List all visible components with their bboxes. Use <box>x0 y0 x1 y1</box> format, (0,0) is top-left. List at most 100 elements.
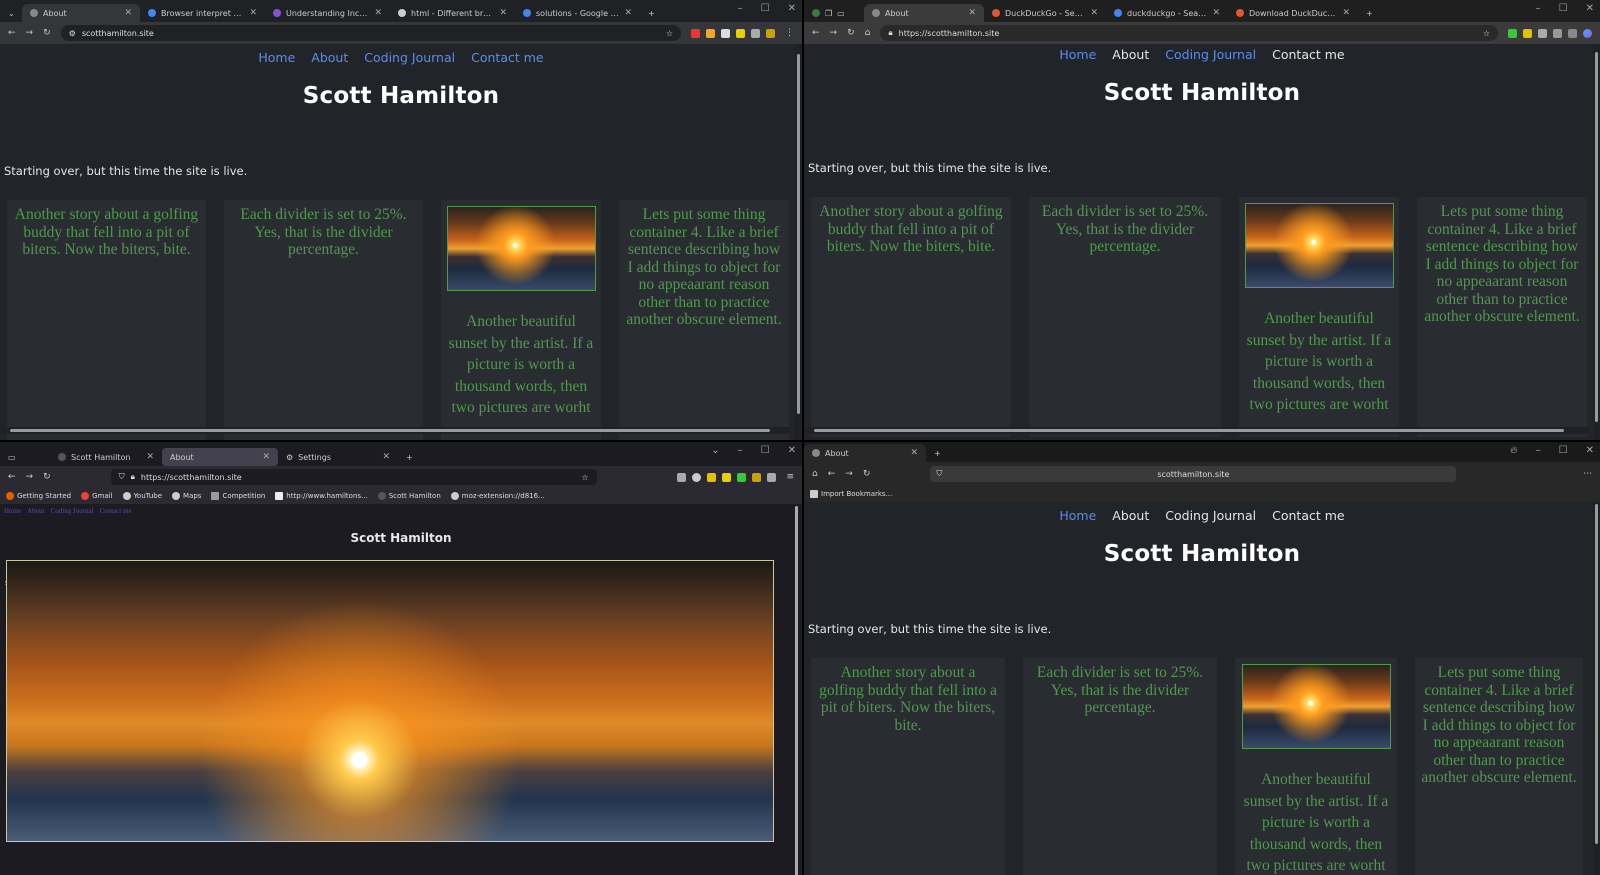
tab-about[interactable]: About ✕ <box>864 4 984 22</box>
home-icon[interactable]: ⌂ <box>812 469 818 479</box>
tab-solutions[interactable]: solutions - Google Search✕ <box>515 4 640 22</box>
bookmark-gmail[interactable]: Gmail <box>81 492 113 500</box>
list-tabs-icon[interactable]: ⌄ <box>711 445 719 456</box>
nav-contact[interactable]: Contact me <box>100 507 132 515</box>
extension-icon[interactable] <box>737 472 747 482</box>
horizontal-scrollbar[interactable] <box>804 427 1588 434</box>
nav-contact[interactable]: Contact me <box>1272 47 1344 62</box>
nav-home[interactable]: Home <box>4 507 21 515</box>
extension-icon[interactable] <box>722 472 732 482</box>
maximize-icon[interactable]: ☐ <box>761 3 770 14</box>
back-icon[interactable]: ← <box>8 472 16 482</box>
close-icon[interactable]: ✕ <box>382 452 390 462</box>
bookmark-youtube[interactable]: YouTube <box>122 492 162 500</box>
address-bar[interactable]: ⚙ scotthamilton.site ☆ <box>60 25 681 41</box>
nav-home[interactable]: Home <box>258 50 295 65</box>
close-icon[interactable]: ✕ <box>1090 8 1098 18</box>
tab-search-icon[interactable]: ⌄ <box>0 4 22 22</box>
star-icon[interactable]: ☆ <box>666 29 673 38</box>
nav-home[interactable]: Home <box>1059 508 1096 523</box>
nav-coding-journal[interactable]: Coding Journal <box>1165 47 1256 62</box>
tab-duckduckgo-2[interactable]: duckduckgo - Search ✕ <box>1106 4 1228 22</box>
favorites-icon[interactable] <box>1553 28 1562 38</box>
back-icon[interactable]: ← <box>812 28 820 38</box>
close-icon[interactable]: ✕ <box>968 8 976 18</box>
extension-icon[interactable] <box>736 28 745 38</box>
home-icon[interactable]: ⌂ <box>865 28 871 38</box>
close-icon[interactable]: ✕ <box>124 8 132 18</box>
close-icon[interactable]: ✕ <box>624 8 632 18</box>
reload-icon[interactable]: ↻ <box>847 28 855 38</box>
extension-icon[interactable] <box>1508 28 1517 38</box>
close-icon[interactable]: ✕ <box>1212 8 1220 18</box>
site-info-icon[interactable]: ⚙ <box>69 29 76 38</box>
forward-icon[interactable]: → <box>26 28 34 38</box>
pocket-icon[interactable] <box>677 472 687 482</box>
nav-about[interactable]: About <box>27 507 45 515</box>
menu-icon[interactable]: ⋯ <box>1583 469 1592 479</box>
close-window-icon[interactable]: ✕ <box>1586 3 1594 14</box>
close-icon[interactable]: ✕ <box>374 8 382 18</box>
tab-download-duckduckgo[interactable]: Download DuckDuckGo for Wind✕ <box>1228 4 1358 22</box>
new-tab-button[interactable]: + <box>640 4 660 22</box>
minimize-icon[interactable]: – <box>1536 445 1541 456</box>
back-icon[interactable]: ← <box>8 28 16 38</box>
close-icon[interactable]: ✕ <box>262 452 270 462</box>
bookmark-competition[interactable]: Competition <box>211 492 265 500</box>
extension-icon[interactable] <box>706 28 715 38</box>
tab-settings[interactable]: ⚙ Settings ✕ <box>278 448 398 466</box>
minimize-icon[interactable]: – <box>1536 3 1541 14</box>
maximize-icon[interactable]: ☐ <box>1559 3 1568 14</box>
nav-coding-journal[interactable]: Coding Journal <box>1165 508 1256 523</box>
minimize-icon[interactable]: – <box>738 445 743 456</box>
close-icon[interactable]: ✕ <box>146 452 154 462</box>
nav-coding-journal[interactable]: Coding Journal <box>51 507 94 515</box>
forward-icon[interactable]: → <box>26 472 34 482</box>
back-icon[interactable]: ← <box>828 469 836 479</box>
bookmark-moz-extension[interactable]: moz-extension://d816... <box>450 492 545 500</box>
close-icon[interactable]: ✕ <box>499 8 507 18</box>
star-icon[interactable]: ☆ <box>581 473 588 482</box>
profile-icon[interactable] <box>766 28 775 38</box>
close-window-icon[interactable]: ✕ <box>788 3 796 14</box>
nav-about[interactable]: About <box>1112 508 1149 523</box>
address-bar[interactable]: 🔒︎ https://scotthamilton.site ☆ <box>880 25 1498 41</box>
hamburger-menu-icon[interactable]: ≡ <box>786 472 794 482</box>
bookmark-getting-started[interactable]: Getting Started <box>6 492 71 500</box>
firefox-view-button[interactable]: ▭ <box>0 448 50 466</box>
copilot-icon[interactable] <box>1583 28 1592 38</box>
tab-scott-hamilton[interactable]: Scott Hamilton ✕ <box>50 448 162 466</box>
tab-browser-interpret[interactable]: Browser interpret code differe✕ <box>140 4 265 22</box>
bookmark-maps[interactable]: Maps <box>172 492 201 500</box>
bookmark-import[interactable]: Import Bookmarks... <box>810 490 892 498</box>
nav-contact[interactable]: Contact me <box>1272 508 1344 523</box>
extension-icon[interactable] <box>752 472 762 482</box>
vertical-scrollbar[interactable] <box>1593 44 1600 440</box>
nav-about[interactable]: About <box>1112 47 1149 62</box>
extension-icon[interactable] <box>707 472 717 482</box>
tab-duckduckgo-1[interactable]: DuckDuckGo - Search ✕ <box>984 4 1106 22</box>
extension-icon[interactable] <box>1523 28 1532 38</box>
bookmark-hamiltons[interactable]: http://www.hamiltons... <box>275 492 368 500</box>
close-window-icon[interactable]: ✕ <box>788 445 796 456</box>
extension-icon[interactable] <box>691 28 700 38</box>
nav-about[interactable]: About <box>311 50 348 65</box>
tab-html-different[interactable]: html - Different browsers rend✕ <box>390 4 515 22</box>
vertical-scrollbar[interactable] <box>795 44 802 440</box>
close-icon[interactable]: ✕ <box>1342 8 1350 18</box>
new-tab-button[interactable]: + <box>1358 4 1378 22</box>
maximize-icon[interactable]: ☐ <box>1559 445 1568 456</box>
extension-icon[interactable] <box>721 28 730 38</box>
reload-icon[interactable]: ↻ <box>863 469 871 479</box>
close-icon[interactable]: ✕ <box>910 448 918 458</box>
vertical-scrollbar[interactable] <box>793 504 800 875</box>
menu-icon[interactable]: ⋮ <box>785 28 794 38</box>
reload-icon[interactable]: ↻ <box>43 472 51 482</box>
menu-icon[interactable] <box>1568 28 1577 38</box>
new-tab-button[interactable]: + <box>398 448 418 466</box>
maximize-icon[interactable]: ☐ <box>761 445 770 456</box>
tab-about[interactable]: About ✕ <box>162 448 278 466</box>
nav-home[interactable]: Home <box>1059 47 1096 62</box>
puzzle-icon[interactable] <box>751 28 760 38</box>
address-bar[interactable]: ⛉ 🔒︎ https://scotthamilton.site ☆ <box>110 469 597 485</box>
